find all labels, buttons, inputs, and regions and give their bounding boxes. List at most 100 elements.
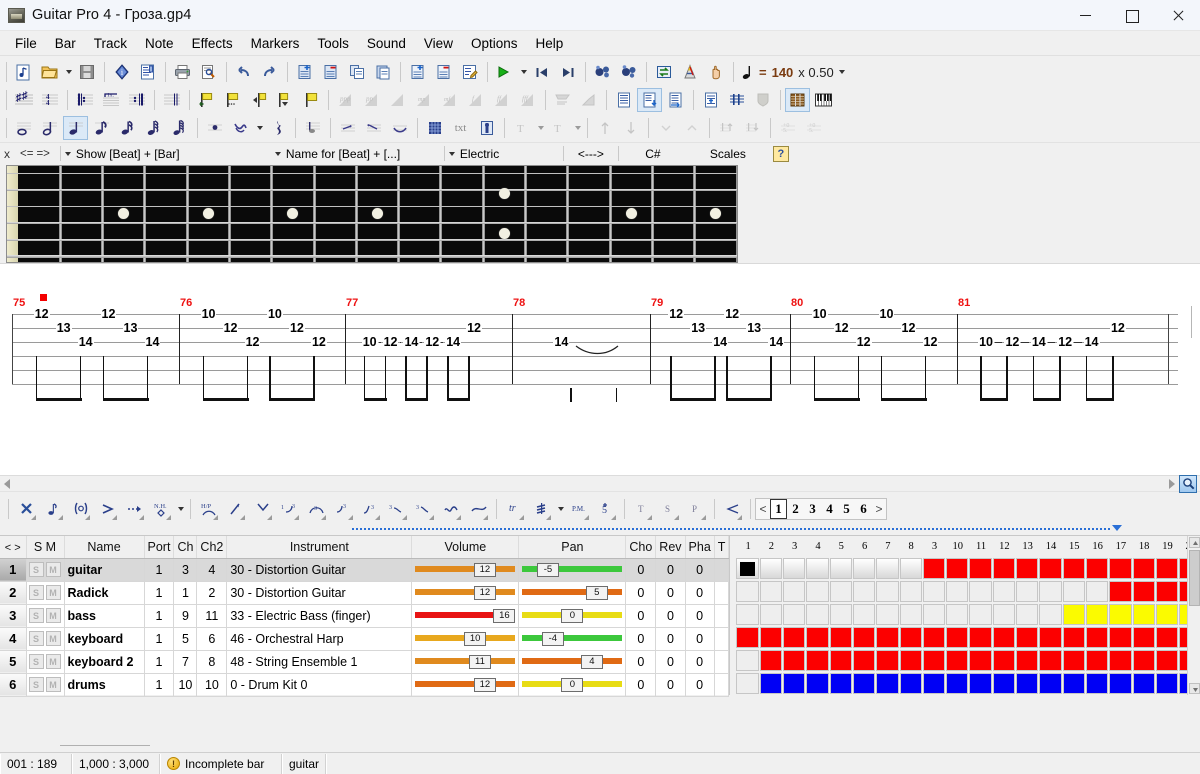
grid-cell-yellow[interactable] (1132, 604, 1155, 625)
grid-cell-red[interactable] (829, 650, 852, 671)
rest-button[interactable] (265, 116, 290, 140)
grid-cell-blue[interactable] (922, 673, 946, 694)
guitar-string[interactable] (7, 255, 737, 259)
grid-cell-empty[interactable] (806, 604, 829, 625)
tab-fret-number[interactable]: 14 (144, 335, 161, 349)
tab-fret-number[interactable]: 13 (55, 321, 72, 335)
tab-fret-number[interactable]: 12 (833, 321, 850, 335)
grid-cell-cursor[interactable] (736, 558, 759, 579)
marker-add-button[interactable] (194, 88, 219, 112)
dynamic-ff-button[interactable]: ff (489, 88, 514, 112)
score-information-button[interactable]: i (109, 60, 134, 84)
grid-cell-empty[interactable] (852, 604, 876, 625)
track-number[interactable]: 1 (0, 558, 27, 582)
track-name[interactable]: Radick (64, 581, 145, 605)
track-name[interactable]: drums (64, 673, 145, 697)
tab-fret-number[interactable]: 13 (690, 321, 707, 335)
grid-cell-red[interactable] (1155, 650, 1179, 671)
marker-previous-button[interactable] (246, 88, 271, 112)
grid-cell-red[interactable] (1155, 558, 1179, 579)
grid-cell-blue[interactable] (1039, 673, 1062, 694)
grid-cell-red[interactable] (759, 627, 783, 648)
grace-note-icon[interactable] (40, 495, 67, 523)
track-pha[interactable]: 0 (685, 650, 715, 674)
solo-button[interactable]: S (28, 654, 44, 669)
stem-down-button[interactable] (740, 116, 765, 140)
menu-sound[interactable]: Sound (358, 33, 415, 54)
track-ch2[interactable]: 6 (196, 627, 228, 651)
track-rev[interactable]: 0 (655, 673, 686, 697)
track-number[interactable]: 6 (0, 673, 27, 697)
fretboard-close-button[interactable]: x (0, 147, 14, 161)
track-row[interactable]: 6 S Mdrums 1 10 10 0 - Drum Kit 0 12 0 0 0 0 (0, 673, 730, 697)
whole-note-button[interactable] (11, 116, 36, 140)
stem-up-button[interactable] (714, 116, 739, 140)
marker-remove-button[interactable] (298, 88, 323, 112)
menu-track[interactable]: Track (85, 33, 136, 54)
track-instrument[interactable]: 0 - Drum Kit 0 (226, 673, 413, 697)
wide-vibrato-icon[interactable] (465, 495, 492, 523)
add-bar-button[interactable] (292, 60, 317, 84)
menu-markers[interactable]: Markers (242, 33, 309, 54)
vibrato-icon[interactable] (438, 495, 465, 523)
grid-cell-red[interactable] (852, 650, 876, 671)
close-button[interactable] (1154, 0, 1200, 31)
grid-cell-red[interactable] (1039, 627, 1062, 648)
tab-fret-number[interactable]: 10 (361, 335, 378, 349)
track-cho[interactable]: 0 (625, 627, 657, 651)
triplet-feel-dropdown-arrow[interactable] (572, 116, 583, 140)
grid-cell-red[interactable] (1109, 650, 1132, 671)
grid-cell-red[interactable] (946, 558, 969, 579)
grid-cell-empty[interactable] (899, 581, 922, 602)
maximize-button[interactable] (1108, 0, 1154, 31)
repeat-alternate-button[interactable]: 1x. (98, 88, 123, 112)
grid-cell-blue[interactable] (946, 673, 969, 694)
marker-edit-button[interactable] (220, 88, 245, 112)
view-vertical-button[interactable] (637, 88, 662, 112)
track-tre[interactable] (714, 581, 730, 605)
speed-multiplier[interactable]: x 0.50 (798, 65, 833, 80)
track-cho[interactable]: 0 (625, 650, 657, 674)
fretboard-display[interactable] (6, 165, 738, 263)
expand-range-button[interactable]: <---> (568, 147, 614, 161)
grid-cell-empty[interactable] (876, 604, 899, 625)
solo-button[interactable]: S (28, 631, 44, 646)
track-tre[interactable] (714, 558, 730, 582)
track-tre[interactable] (714, 673, 730, 697)
grid-cell-red[interactable] (1039, 650, 1062, 671)
text-annotation-button[interactable]: txt (448, 116, 473, 140)
guitar-string[interactable] (7, 222, 737, 225)
open-document-button[interactable] (37, 60, 62, 84)
tempo-value[interactable]: 140 (772, 65, 794, 80)
play-button[interactable] (492, 60, 517, 84)
grid-cell-empty[interactable] (736, 673, 759, 694)
guitar-string[interactable] (7, 189, 737, 191)
volume-knob[interactable]: 11 (468, 654, 491, 669)
string-next-button[interactable]: > (872, 499, 886, 519)
print-button[interactable] (170, 60, 195, 84)
track-number[interactable]: 4 (0, 627, 27, 651)
grid-cell-red[interactable] (876, 650, 899, 671)
half-note-button[interactable] (37, 116, 62, 140)
zoom-button[interactable] (1179, 474, 1197, 493)
track-port[interactable]: 1 (144, 604, 175, 628)
string-button-5[interactable]: 5 (838, 499, 855, 519)
track-number[interactable]: 3 (0, 604, 27, 628)
string-selector[interactable]: <1 2 3 4 5 6 > (755, 497, 887, 520)
track-rev[interactable]: 0 (655, 558, 686, 582)
track-ch[interactable]: 9 (173, 604, 198, 628)
key-label[interactable]: C# (623, 147, 683, 161)
grid-cell-red[interactable] (899, 627, 922, 648)
track-number[interactable]: 2 (0, 581, 27, 605)
key-signature-button[interactable]: ♯ ♯ (11, 88, 36, 112)
tuplet-dropdown-arrow[interactable] (254, 116, 265, 140)
bend-3-icon[interactable]: 3 (330, 495, 357, 523)
tab-fret-number[interactable]: 10 (266, 307, 283, 321)
palm-mute-icon[interactable]: P.M. (566, 495, 593, 523)
track-pha[interactable]: 0 (685, 627, 715, 651)
track-ch[interactable]: 10 (173, 673, 198, 697)
tied-note-button[interactable] (300, 116, 325, 140)
grid-cell-blue[interactable] (1155, 673, 1179, 694)
undo-button[interactable] (231, 60, 256, 84)
volume-slider[interactable]: 11 (415, 654, 516, 669)
